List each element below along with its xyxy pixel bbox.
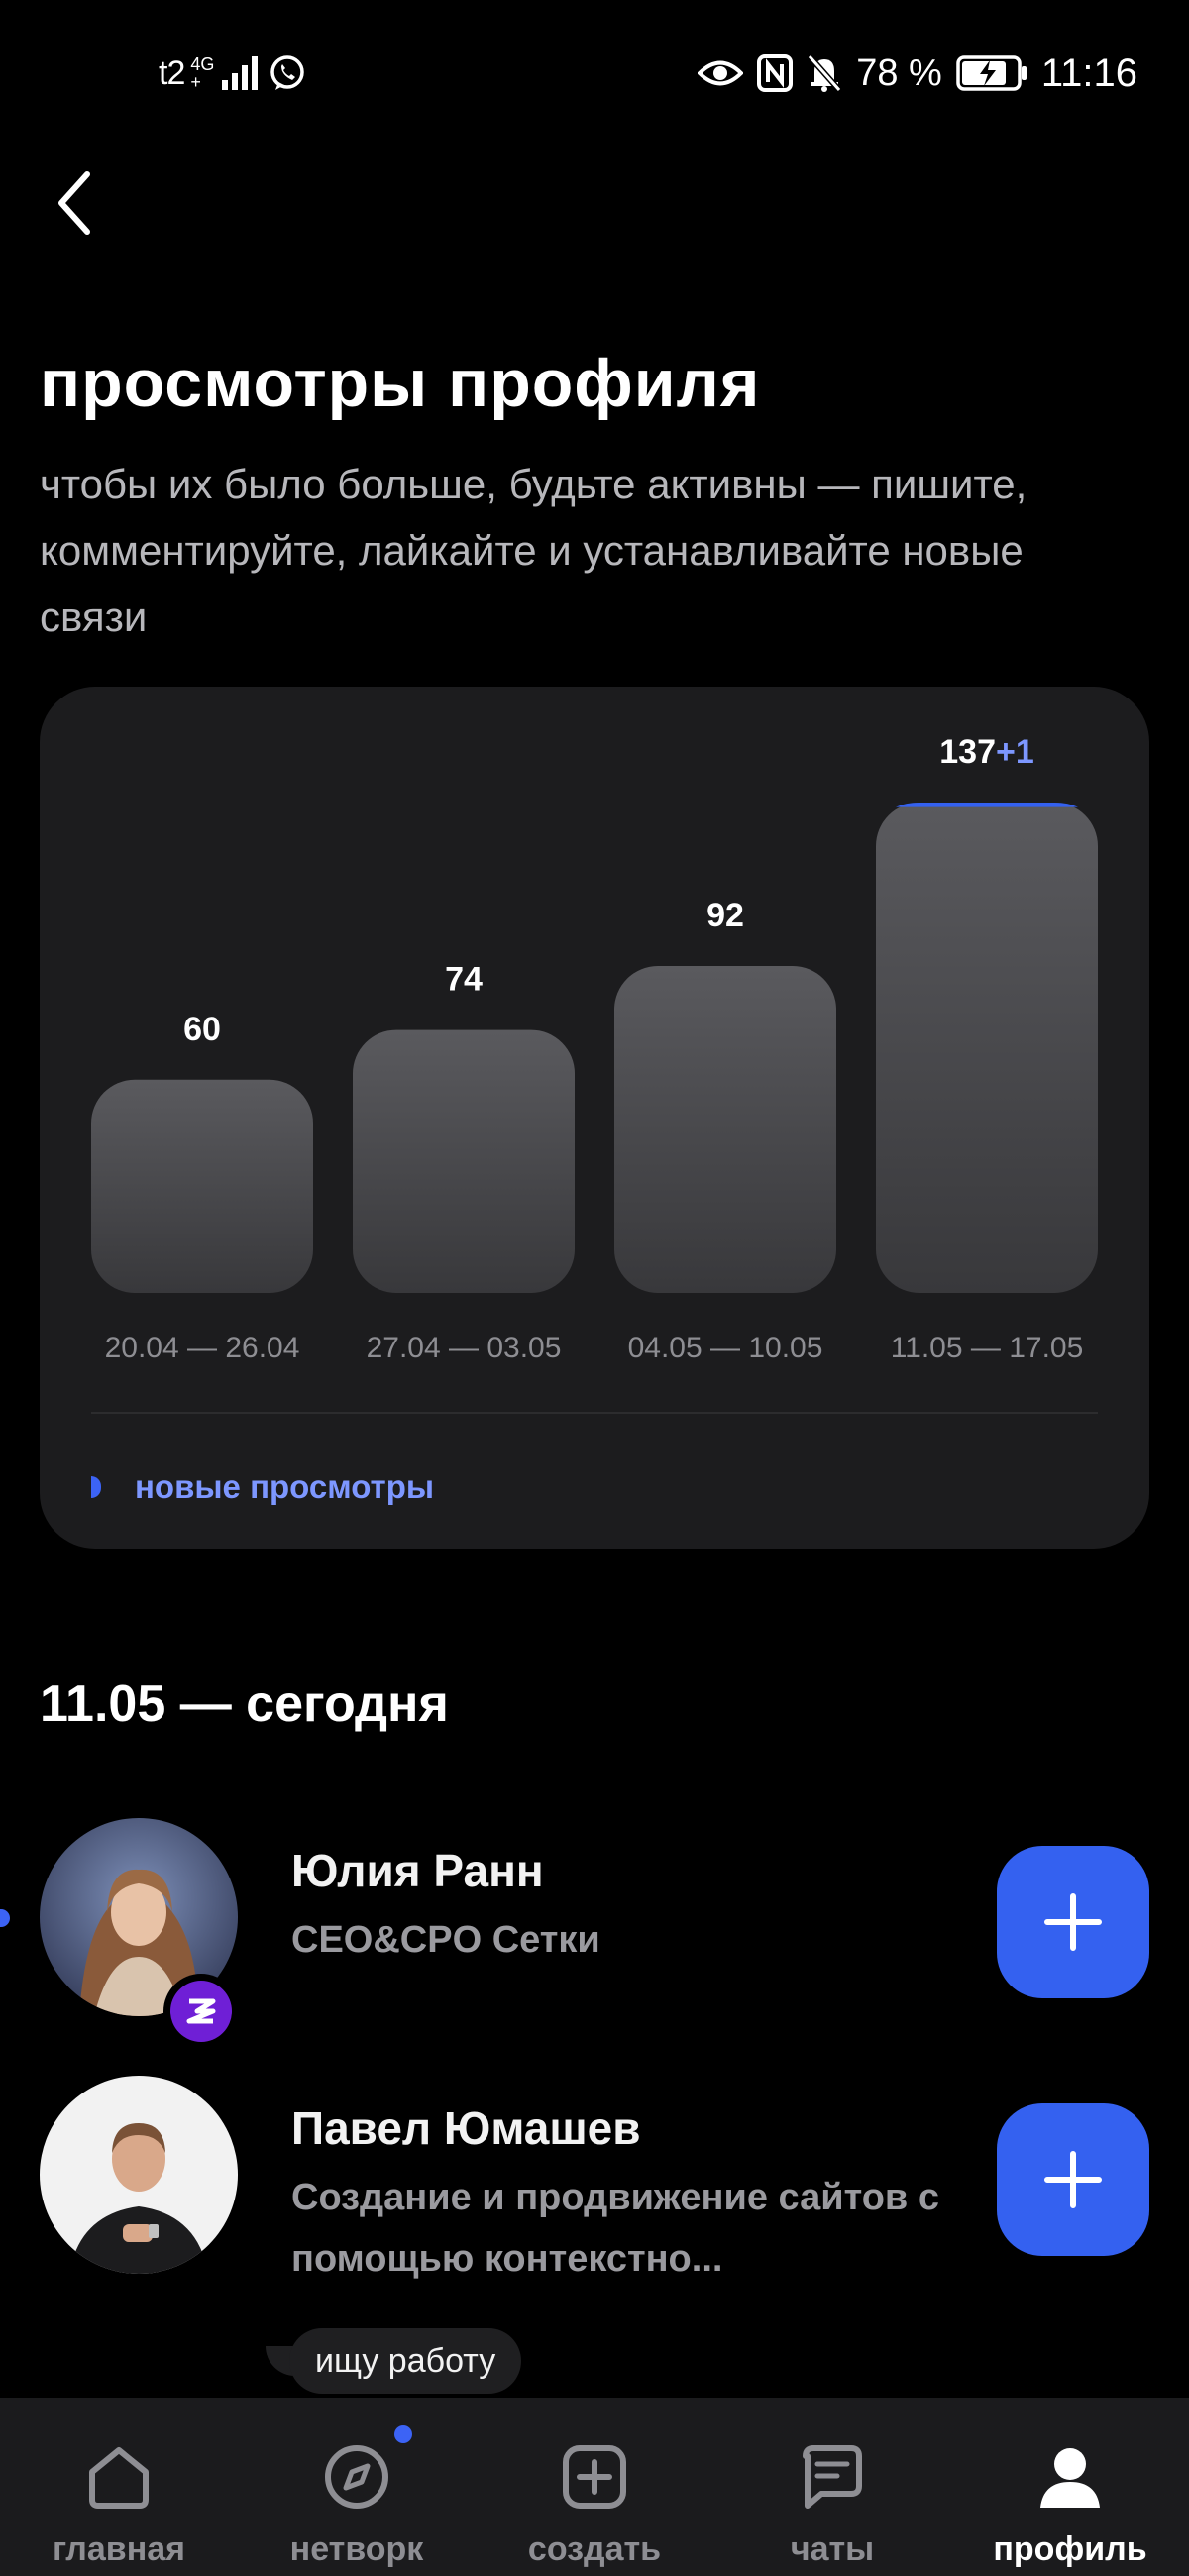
back-button[interactable] [44, 168, 103, 238]
avatar[interactable] [40, 2076, 238, 2274]
compass-icon [319, 2439, 394, 2515]
chart-bar [614, 966, 836, 1293]
nav-label: главная [52, 2530, 185, 2568]
chart-bar [91, 1079, 313, 1293]
eye-icon [698, 60, 744, 86]
add-contact-button[interactable] [997, 2103, 1149, 2256]
job-status-tooltip: ищу работу [289, 2328, 522, 2394]
nfc-icon [757, 54, 794, 92]
chart-bar-group: 92 04.05 — 10.05 [614, 897, 836, 1364]
plus-icon [1044, 1893, 1102, 1951]
chart-category-label: 04.05 — 10.05 [628, 1332, 823, 1364]
clock: 11:16 [1040, 51, 1137, 95]
viewer-description: Создание и продвижение сайтов с помощью … [291, 2177, 939, 2280]
chart-bar [353, 1029, 575, 1293]
nav-home[interactable]: главная [0, 2398, 238, 2576]
nav-chats[interactable]: чаты [713, 2398, 951, 2576]
mute-bell-icon [807, 54, 842, 92]
chart-value-label: 92 [706, 897, 744, 934]
chart-bar-new-segment [896, 803, 1078, 807]
viewer-name: Юлия Ранн [291, 1845, 544, 1896]
network-operator: t2 [159, 54, 185, 92]
chart-new-value-label: +1 [996, 733, 1034, 771]
signal-icon [222, 56, 259, 90]
chart-bar-group: 60 20.04 — 26.04 [91, 1011, 313, 1364]
chart-value-label: 60 [183, 1011, 221, 1048]
setka-logo-icon [186, 1998, 216, 2024]
add-contact-button[interactable] [997, 1846, 1149, 1998]
legend-marker [91, 1476, 101, 1498]
viewer-description: CEO&CPO Сетки [291, 1919, 600, 1961]
nav-label: нетворк [289, 2530, 424, 2568]
setka-badge [163, 1974, 239, 2049]
chat-icon [795, 2439, 870, 2515]
plus-square-icon [557, 2439, 632, 2515]
section-title: 11.05 — сегодня [40, 1675, 449, 1733]
nav-label: профиль [993, 2530, 1147, 2568]
user-icon [1032, 2439, 1108, 2515]
nav-network[interactable]: нетворк [238, 2398, 476, 2576]
notification-dot [394, 2425, 412, 2443]
man-avatar-icon [40, 2076, 238, 2274]
chart-bar-group: 137+1 11.05 — 17.05 [876, 733, 1098, 1364]
chevron-left-icon [58, 171, 90, 235]
new-view-indicator [0, 1909, 10, 1927]
nav-create[interactable]: создать [476, 2398, 713, 2576]
status-bar: t2 4G + 78 % 11:16 [0, 0, 1189, 149]
viewer-row[interactable]: Юлия Ранн CEO&CPO Сетки [0, 1818, 1189, 2049]
nav-profile[interactable]: профиль [951, 2398, 1189, 2576]
chart-divider [91, 1412, 1098, 1414]
nav-label: чаты [790, 2530, 875, 2568]
status-right: 78 % 11:16 [698, 50, 1137, 97]
chart-bar [876, 803, 1098, 1293]
viewer-name: Павел Юмашев [291, 2102, 641, 2154]
home-icon [81, 2439, 157, 2515]
views-chart: 60 20.04 — 26.04 74 27.04 — 03.05 92 04.05 — … [91, 733, 1098, 1364]
status-left: t2 4G + [159, 50, 307, 97]
chart-category-label: 11.05 — 17.05 [891, 1332, 1084, 1364]
chart-value-label: 137+1 [939, 733, 1034, 771]
page-title: просмотры профиля [40, 346, 761, 421]
bottom-navigation: главная нетворк создать чаты профиль [0, 2398, 1189, 2576]
plus-icon [1044, 2151, 1102, 2208]
legend-label: новые просмотры [135, 1468, 435, 1505]
chart-bar-group: 74 27.04 — 03.05 [353, 961, 575, 1364]
network-generation: 4G + [190, 54, 215, 92]
chart-category-label: 27.04 — 03.05 [367, 1332, 562, 1364]
viewer-row[interactable]: Павел Юмашев Создание и продвижение сайт… [0, 2076, 1189, 2294]
whatsapp-icon [270, 55, 305, 90]
chart-value-label: 74 [445, 961, 483, 999]
views-chart-card: 60 20.04 — 26.04 74 27.04 — 03.05 92 04.05 — … [40, 687, 1149, 1549]
chart-category-label: 20.04 — 26.04 [105, 1332, 300, 1364]
page-subtitle: чтобы их было больше, будьте активны — п… [40, 461, 1027, 640]
battery-percent: 78 % [856, 52, 942, 94]
chart-legend: новые просмотры [91, 1459, 434, 1515]
battery-charging-icon [956, 55, 1027, 91]
nav-label: создать [527, 2530, 662, 2568]
